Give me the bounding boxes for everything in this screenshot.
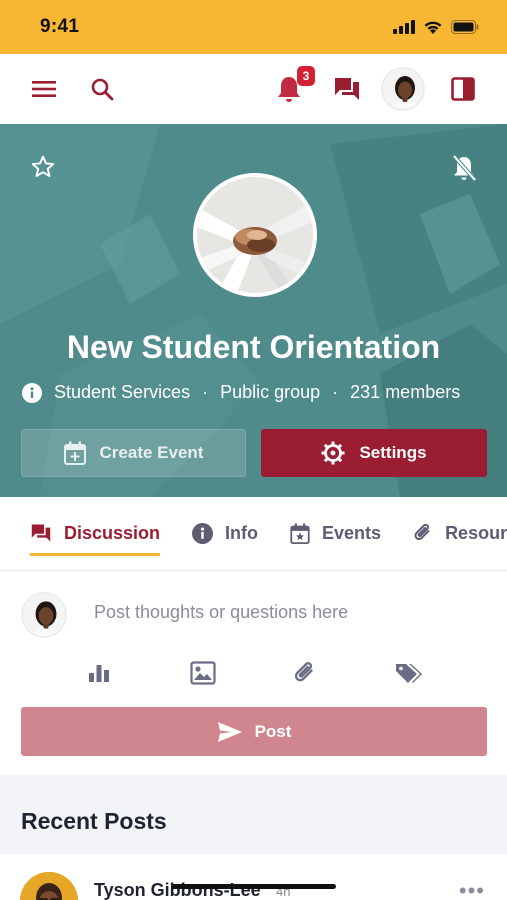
favorite-button[interactable] (30, 154, 56, 185)
post-composer: Post thoughts or questions here Post (0, 572, 507, 775)
group-member-count[interactable]: 231 members (350, 382, 460, 403)
paperclip-icon (414, 523, 430, 541)
composer-avatar-image (23, 594, 65, 636)
post-author-name[interactable]: Tyson Gibbons-Lee (94, 880, 261, 900)
mute-notifications-button[interactable] (451, 154, 477, 187)
tag-icon (396, 664, 422, 683)
battery-icon (451, 20, 479, 34)
composer-avatar (21, 592, 67, 638)
tab-events[interactable]: Events (290, 497, 381, 569)
status-bar: 9:41 (0, 0, 507, 54)
menu-button[interactable] (26, 71, 62, 107)
tag-button[interactable] (394, 658, 424, 688)
post-button-label: Post (254, 721, 292, 741)
star-icon (31, 155, 55, 177)
group-header: New Student Orientation Student Services… (0, 124, 507, 497)
tab-resources[interactable]: Resources (413, 497, 507, 569)
settings-label: Settings (359, 443, 427, 462)
post-card[interactable]: Tyson Gibbons-Lee 4h ••• (0, 854, 507, 900)
meta-separator: · (332, 382, 339, 402)
notifications-button[interactable]: 3 (271, 66, 315, 107)
tab-label: Info (225, 522, 259, 543)
create-event-label: Create Event (99, 443, 204, 462)
meta-separator: · (202, 382, 209, 402)
search-icon (91, 78, 114, 101)
attachment-icon (294, 662, 313, 682)
notification-badge: 3 (297, 66, 315, 86)
search-button[interactable] (84, 71, 120, 107)
post-author-avatar-image (20, 872, 78, 900)
group-photo (193, 173, 317, 297)
tab-info[interactable]: Info (192, 497, 258, 569)
tab-label: Resources (445, 522, 507, 543)
group-meta: Student Services · Public group · 231 me… (22, 382, 492, 403)
messages-button[interactable] (329, 71, 365, 107)
user-avatar[interactable] (381, 67, 425, 111)
calendar-icon (290, 522, 310, 544)
group-category[interactable]: Student Services (54, 382, 190, 403)
group-title: New Student Orientation (66, 329, 441, 365)
tab-label: Discussion (64, 522, 161, 543)
info-icon (22, 382, 42, 403)
info-icon (192, 522, 214, 544)
calendar-plus-icon (63, 441, 86, 465)
settings-button[interactable]: Settings (261, 429, 487, 477)
group-photo-image (197, 177, 313, 293)
group-tabs: Discussion Info Events Resources (0, 497, 507, 569)
bell-off-icon (452, 154, 477, 182)
post-more-options-button[interactable]: ••• (459, 878, 485, 900)
panel-toggle-icon (451, 77, 475, 101)
image-icon (190, 661, 216, 685)
discussion-icon (31, 524, 51, 542)
sidebar-toggle-button[interactable] (445, 71, 481, 107)
gear-icon (321, 441, 345, 465)
attachment-button[interactable] (290, 658, 320, 688)
post-button[interactable]: Post (21, 707, 487, 756)
home-indicator (172, 884, 336, 889)
image-button[interactable] (188, 658, 218, 688)
create-event-button[interactable]: Create Event (21, 429, 246, 477)
send-icon (217, 721, 242, 742)
post-input[interactable]: Post thoughts or questions here (94, 602, 348, 623)
chat-icon (335, 78, 359, 100)
wifi-icon (424, 21, 442, 34)
user-avatar-image (383, 69, 423, 109)
group-privacy: Public group (220, 382, 321, 402)
signal-icon (393, 20, 415, 34)
hamburger-menu-icon (32, 81, 56, 97)
poll-button[interactable] (84, 658, 114, 688)
tab-discussion[interactable]: Discussion (30, 497, 161, 569)
status-icons (393, 20, 479, 35)
status-time: 9:41 (40, 16, 80, 37)
post-author-avatar[interactable] (20, 872, 78, 900)
tab-label: Events (322, 522, 382, 543)
composer-tools (0, 658, 507, 688)
top-navigation: 3 (0, 54, 507, 124)
recent-posts-heading: Recent Posts (21, 808, 167, 834)
poll-icon (89, 665, 109, 682)
